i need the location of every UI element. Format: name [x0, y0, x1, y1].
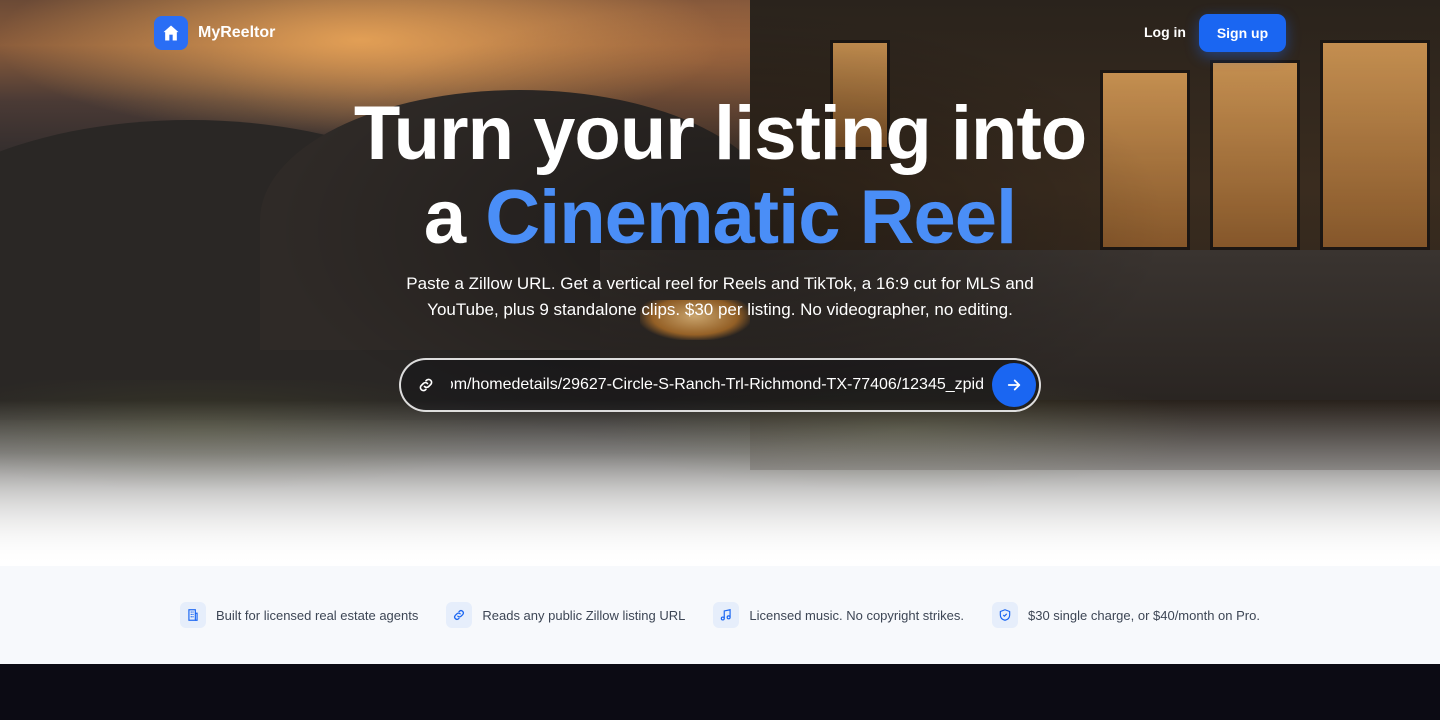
feature-label: Built for licensed real estate agents: [216, 607, 419, 623]
feature-label: $30 single charge, or $40/month on Pro.: [1027, 607, 1260, 623]
link-icon: [401, 376, 451, 394]
feature-strip: Built for licensed real estate agents Re…: [0, 566, 1440, 664]
login-link[interactable]: Log in: [1144, 24, 1186, 40]
feature-item: Licensed music. No copyright strikes.: [713, 602, 964, 628]
hero-fade: [0, 400, 1440, 566]
brand-logo[interactable]: MyReeltor: [154, 16, 275, 50]
signup-button[interactable]: Sign up: [1199, 14, 1286, 52]
feature-label: Licensed music. No copyright strikes.: [749, 607, 964, 623]
submit-url-button[interactable]: [992, 363, 1036, 407]
link-icon: [446, 602, 473, 628]
arrow-right-icon: [1007, 379, 1021, 391]
page-title: Turn your listing into a Cinematic Reel: [0, 92, 1440, 260]
house-icon: [154, 16, 188, 50]
zillow-url-input[interactable]: [451, 360, 992, 410]
url-form: [399, 358, 1041, 412]
headline-line-2-prefix: a: [423, 175, 466, 260]
feature-item: Reads any public Zillow listing URL: [446, 602, 685, 628]
feature-item: Built for licensed real estate agents: [180, 602, 418, 628]
next-section: [0, 664, 1440, 720]
headline-accent: Cinematic Reel: [485, 175, 1017, 260]
brand-name: MyReeltor: [198, 24, 276, 41]
building-icon: [180, 602, 207, 628]
shield-icon: [991, 602, 1018, 628]
feature-label: Reads any public Zillow listing URL: [482, 607, 686, 623]
feature-item: $30 single charge, or $40/month on Pro.: [991, 602, 1260, 628]
headline-line-1: Turn your listing into: [353, 91, 1087, 176]
hero-subtitle: Paste a Zillow URL. Get a vertical reel …: [406, 274, 1034, 319]
music-icon: [713, 602, 740, 628]
